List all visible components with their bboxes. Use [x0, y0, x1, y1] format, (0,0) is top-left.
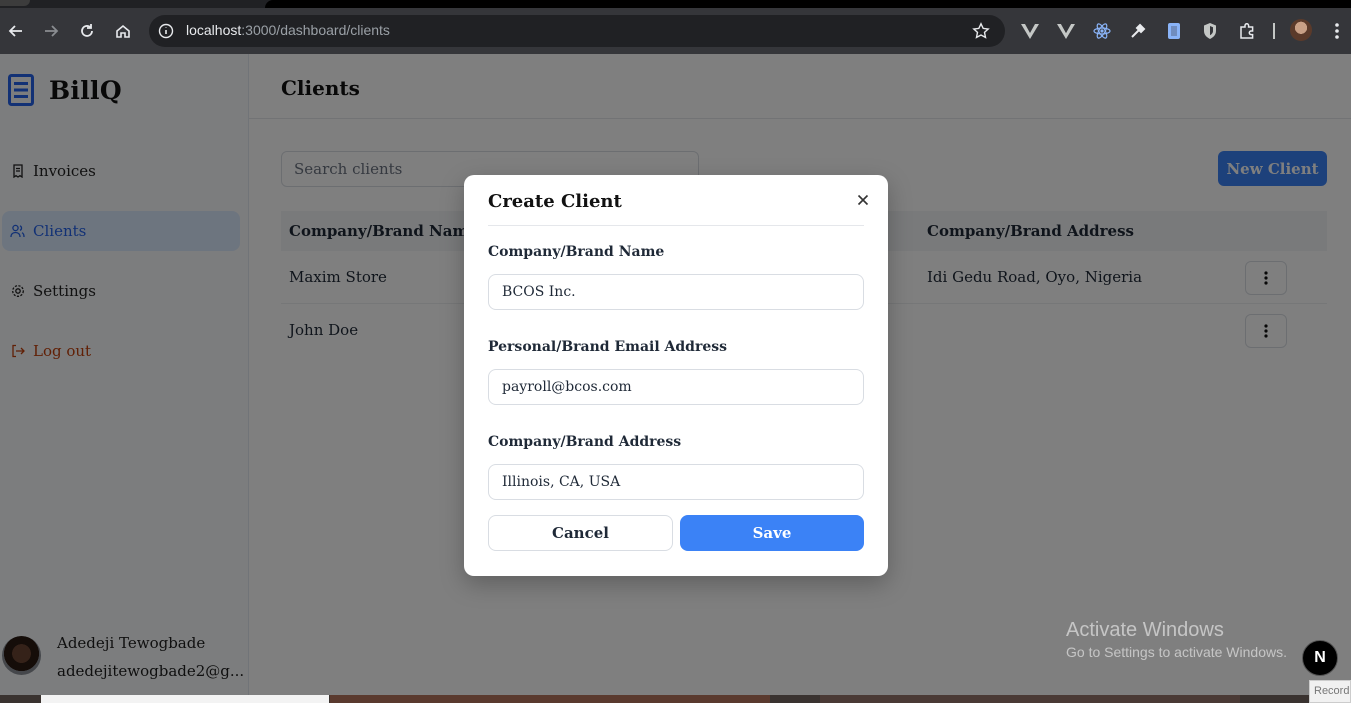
recorder-label[interactable]: Record — [1309, 680, 1351, 703]
taskbar-segment — [820, 695, 1240, 703]
forward-icon[interactable] — [38, 18, 64, 44]
home-icon[interactable] — [110, 18, 136, 44]
url-host: localhost — [186, 22, 242, 38]
cancel-button[interactable]: Cancel — [488, 515, 673, 551]
close-icon[interactable] — [854, 191, 872, 209]
site-info-icon[interactable] — [157, 22, 175, 40]
company-name-label: Company/Brand Name — [488, 244, 665, 260]
taskbar-strip — [0, 695, 1351, 703]
extension-react-icon[interactable] — [1091, 20, 1113, 42]
browser-toolbar: localhost:3000/dashboard/clients — [0, 8, 1351, 54]
extensions-puzzle-icon[interactable] — [1236, 20, 1258, 42]
company-address-label: Company/Brand Address — [488, 434, 682, 450]
address-bar[interactable]: localhost:3000/dashboard/clients — [149, 15, 1005, 47]
reload-icon[interactable] — [74, 18, 100, 44]
taskbar-segment — [330, 695, 770, 703]
menu-dots-icon[interactable] — [1326, 20, 1348, 42]
dialog-title: Create Client — [488, 191, 622, 212]
create-client-dialog: Create Client Company/Brand Name Persona… — [464, 175, 888, 576]
email-field[interactable] — [488, 369, 864, 405]
back-icon[interactable] — [3, 18, 29, 44]
extension-vue-devtools-icon[interactable] — [1055, 20, 1077, 42]
url-path: :3000/dashboard/clients — [241, 22, 390, 38]
profile-avatar[interactable] — [1290, 19, 1312, 41]
taskbar-segment — [41, 695, 329, 703]
extension-color-picker-icon[interactable] — [1127, 20, 1149, 42]
extension-shield-icon[interactable] — [1199, 20, 1221, 42]
email-label: Personal/Brand Email Address — [488, 339, 728, 355]
company-address-field[interactable] — [488, 464, 864, 500]
url-text: localhost:3000/dashboard/clients — [186, 22, 390, 38]
bookmark-star-icon[interactable] — [971, 21, 991, 41]
browser-tabstrip — [0, 0, 1351, 8]
browser-tab[interactable] — [0, 0, 30, 6]
extension-vue-icon[interactable] — [1019, 20, 1041, 42]
dialog-divider — [488, 225, 864, 226]
save-button[interactable]: Save — [680, 515, 864, 551]
company-name-field[interactable] — [488, 274, 864, 310]
nextjs-dev-badge[interactable]: N — [1302, 640, 1338, 676]
tabstrip-background — [265, 0, 1351, 8]
toolbar-separator — [1273, 23, 1275, 39]
windows-activation-title: Activate Windows — [1066, 619, 1224, 641]
extension-docs-icon[interactable] — [1163, 20, 1185, 42]
windows-activation-subtitle: Go to Settings to activate Windows. — [1066, 644, 1287, 660]
